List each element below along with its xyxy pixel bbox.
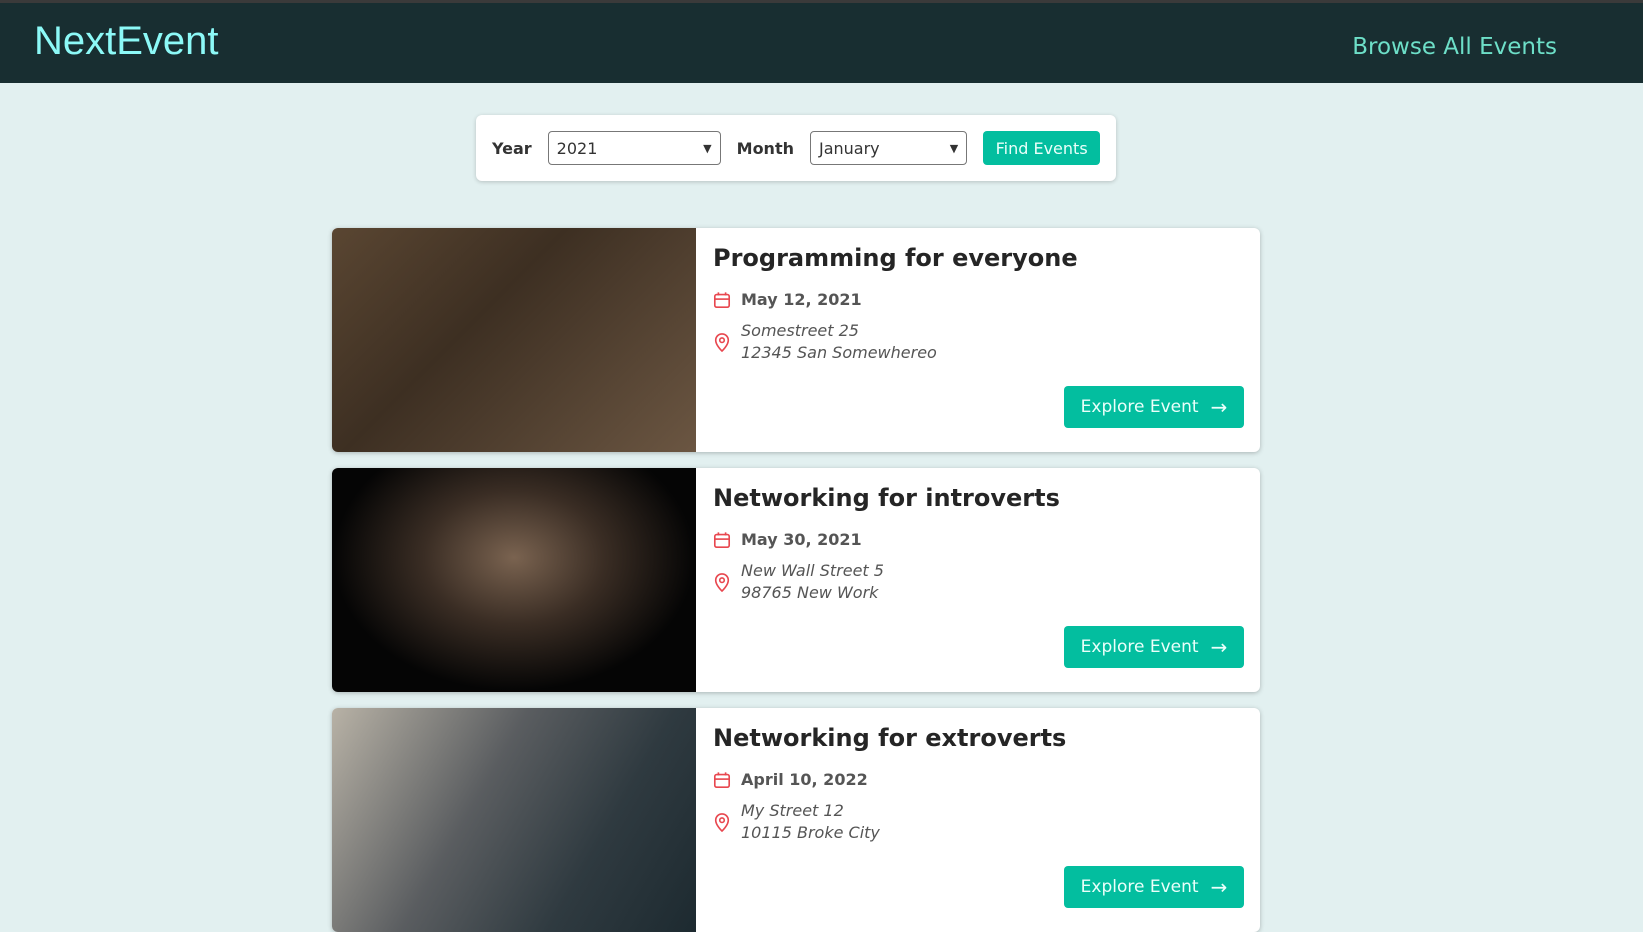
year-value: 2021 [556,138,598,158]
event-image [332,228,696,452]
find-events-button[interactable]: Find Events [983,131,1100,165]
site-header: NextEvent Browse All Events [0,3,1643,83]
calendar-icon [713,291,731,308]
event-date: April 10, 2022 [741,770,868,789]
arrow-right-icon: → [1210,635,1228,659]
address-line-1: New Wall Street 5 [741,561,884,580]
browse-all-events-link[interactable]: Browse All Events [1352,34,1557,60]
event-card: Programming for everyone May 12, 2021 So… [332,228,1260,452]
chevron-down-icon: ▼ [703,141,712,155]
event-filter-form: Year 2021 ▼ Month January ▼ Find Events [476,115,1116,181]
event-date-row: May 30, 2021 [713,530,862,549]
location-pin-icon [714,813,730,832]
explore-label: Explore Event [1080,637,1199,657]
event-title: Networking for introverts [713,484,1060,512]
event-date: May 30, 2021 [741,530,862,549]
month-value: January [818,138,880,158]
explore-label: Explore Event [1080,877,1199,897]
event-image [332,708,696,932]
address-line-1: My Street 12 [741,801,844,820]
event-title: Programming for everyone [713,244,1078,272]
event-address-row: My Street 12 10115 Broke City [713,800,880,844]
event-date-row: May 12, 2021 [713,290,862,309]
explore-event-button[interactable]: Explore Event → [1064,866,1244,908]
year-label: Year [492,138,532,158]
year-select[interactable]: 2021 ▼ [547,131,721,165]
calendar-icon [713,531,731,548]
chevron-down-icon: ▼ [949,141,959,155]
event-date-row: April 10, 2022 [713,770,868,789]
month-label: Month [736,138,794,158]
event-address-row: New Wall Street 5 98765 New Work [713,560,884,604]
event-title: Networking for extroverts [713,724,1067,752]
arrow-right-icon: → [1210,875,1228,899]
address-line-2: 10115 Broke City [741,823,880,842]
event-card: Networking for introverts May 30, 2021 N… [332,468,1260,692]
event-address-row: Somestreet 25 12345 San Somewhereo [713,320,937,364]
arrow-right-icon: → [1210,395,1228,419]
location-pin-icon [714,573,730,592]
calendar-icon [713,771,731,788]
explore-event-button[interactable]: Explore Event → [1064,626,1244,668]
explore-event-button[interactable]: Explore Event → [1064,386,1244,428]
event-image [332,468,696,692]
address-line-1: Somestreet 25 [741,321,859,340]
address-line-2: 98765 New Work [741,583,879,602]
event-card: Networking for extroverts April 10, 2022… [332,708,1260,932]
logo[interactable]: NextEvent [34,19,219,64]
month-select[interactable]: January ▼ [809,131,968,165]
explore-label: Explore Event [1080,397,1199,417]
location-pin-icon [714,333,730,352]
address-line-2: 12345 San Somewhereo [741,343,937,362]
event-date: May 12, 2021 [741,290,862,309]
